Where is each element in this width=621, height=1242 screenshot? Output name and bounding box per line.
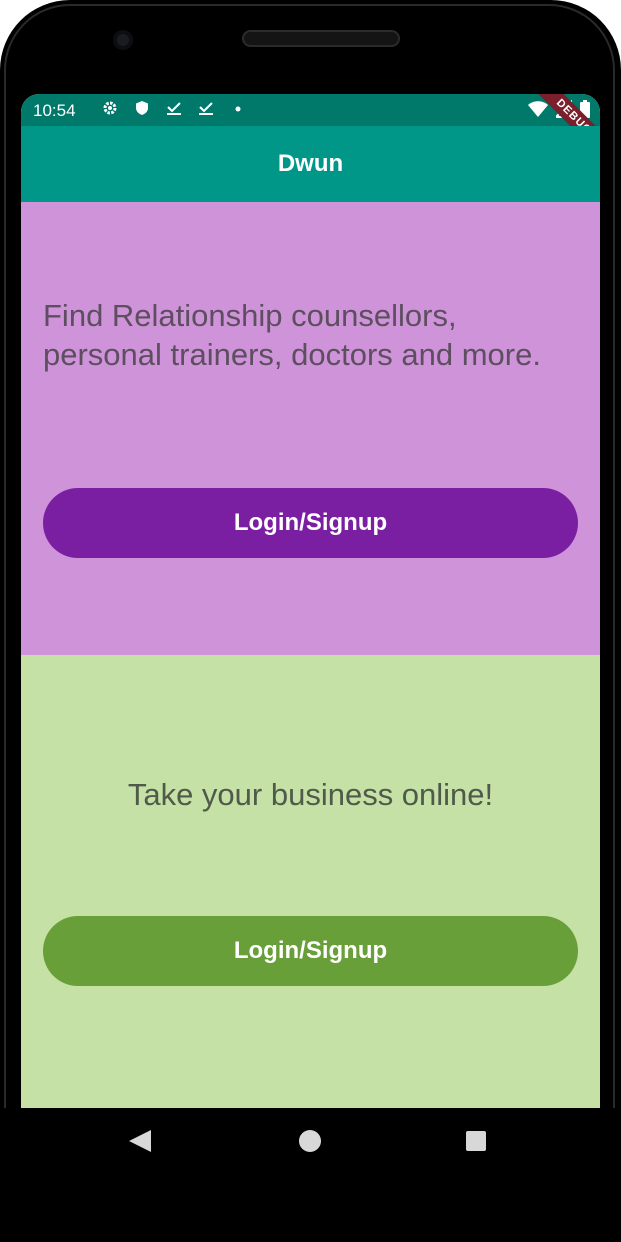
notification-icons	[101, 100, 247, 122]
shield-icon	[133, 100, 151, 122]
business-section: Take your business online! Login/Signup	[21, 655, 600, 1108]
business-tagline: Take your business online!	[127, 777, 494, 812]
wifi-icon	[528, 100, 548, 123]
app-bar: Dwun	[21, 126, 600, 202]
gear-icon	[101, 100, 119, 122]
business-login-signup-button[interactable]: Login/Signup	[43, 916, 578, 986]
dot-icon	[229, 100, 247, 122]
status-bar: 10:54 DEBUG	[21, 94, 600, 166]
home-icon[interactable]	[299, 1130, 321, 1152]
back-icon[interactable]	[129, 1130, 151, 1152]
customer-login-signup-button[interactable]: Login/Signup	[43, 488, 578, 558]
phone-frame: 10:54 DEBUG Dwun Find Relationship couns…	[0, 0, 621, 1242]
customer-tagline: Find Relationship counsellors, personal …	[43, 298, 541, 372]
status-time: 10:54	[33, 101, 76, 120]
front-camera	[113, 30, 133, 50]
recents-icon[interactable]	[466, 1131, 486, 1151]
customer-section: Find Relationship counsellors, personal …	[21, 202, 600, 655]
earpiece-speaker	[242, 30, 400, 47]
device-screen: 10:54 DEBUG Dwun Find Relationship couns…	[21, 94, 600, 1108]
download-done-icon	[197, 100, 215, 122]
navigation-bar	[0, 1108, 621, 1242]
download-done-icon	[165, 100, 183, 122]
app-title: Dwun	[277, 150, 344, 177]
